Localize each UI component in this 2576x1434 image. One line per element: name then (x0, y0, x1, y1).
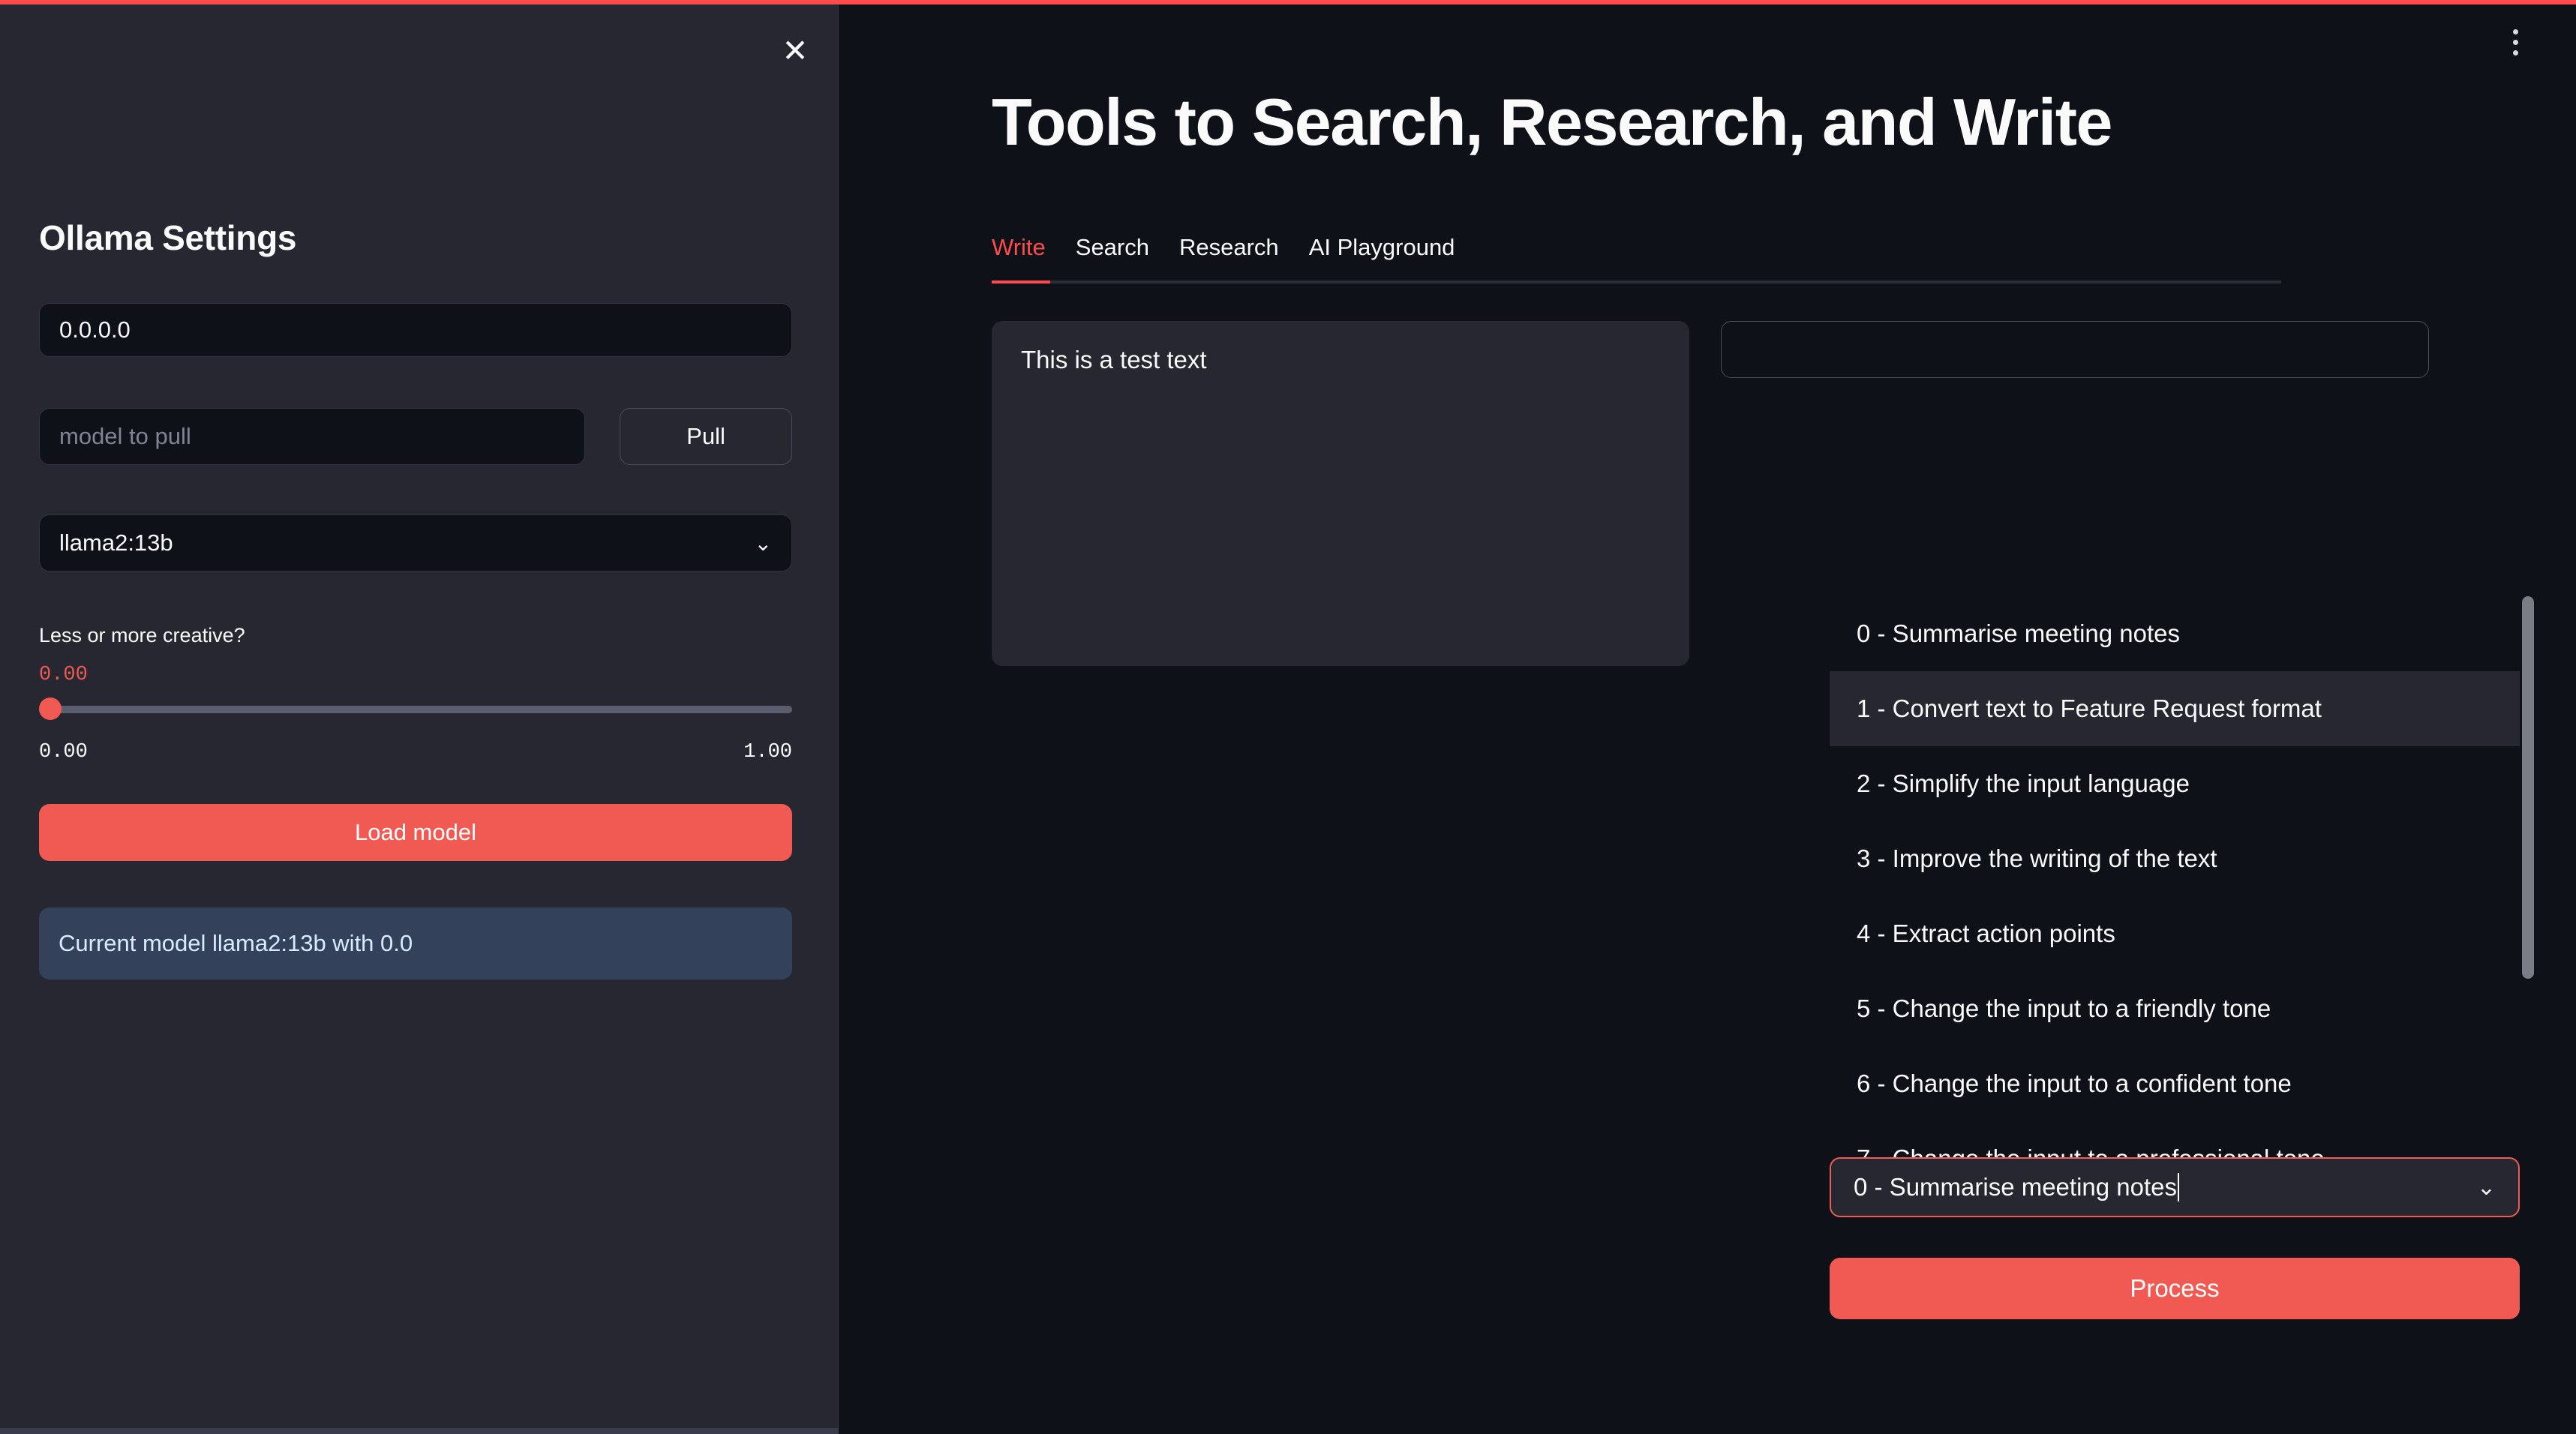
input-textarea-value: This is a test text (1021, 346, 1660, 374)
prompt-dropdown-list[interactable]: 0 - Summarise meeting notes 1 - Convert … (1830, 596, 2520, 1166)
tab-underline-track (992, 280, 2281, 284)
input-textarea[interactable]: This is a test text (992, 321, 1689, 666)
text-cursor (2178, 1173, 2179, 1202)
output-box (1721, 321, 2429, 378)
prompt-combobox-value: 0 - Summarise meeting notes (1854, 1173, 2177, 1202)
tab-active-indicator (992, 280, 1050, 284)
slider-max-label: 1.00 (743, 741, 792, 764)
sidebar-horizontal-scrollbar[interactable] (0, 1428, 839, 1434)
model-to-pull-input[interactable]: model to pull (39, 408, 585, 465)
tab-ai-playground[interactable]: AI Playground (1309, 234, 1455, 264)
creativity-slider[interactable] (39, 698, 792, 720)
dropdown-option[interactable]: 4 - Extract action points (1830, 896, 2520, 971)
slider-min-label: 0.00 (39, 741, 88, 764)
ollama-host-input[interactable]: 0.0.0.0 (39, 303, 792, 357)
dropdown-option[interactable]: 5 - Change the input to a friendly tone (1830, 971, 2520, 1046)
dropdown-option[interactable]: 1 - Convert text to Feature Request form… (1830, 671, 2520, 746)
kebab-dot-1 (2513, 29, 2518, 34)
ollama-settings-sidebar: ✕ Ollama Settings 0.0.0.0 model to pull … (0, 0, 839, 1434)
process-button[interactable]: Process (1830, 1258, 2520, 1319)
slider-thumb[interactable] (39, 698, 62, 720)
dropdown-scrollbar-thumb[interactable] (2522, 596, 2534, 979)
creativity-slider-label: Less or more creative? (39, 624, 245, 647)
more-vertical-icon[interactable] (2497, 21, 2533, 63)
load-model-button[interactable]: Load model (39, 804, 792, 861)
top-accent-bar (0, 0, 2576, 4)
page-title: Tools to Search, Research, and Write (992, 84, 2112, 160)
main-content: Tools to Search, Research, and Write Wri… (839, 0, 2576, 1434)
tab-research[interactable]: Research (1179, 234, 1279, 264)
pull-button[interactable]: Pull (620, 408, 792, 465)
model-select-value: llama2:13b (59, 530, 755, 556)
current-model-status: Current model llama2:13b with 0.0 (39, 908, 792, 980)
dropdown-option[interactable]: 2 - Simplify the input language (1830, 746, 2520, 821)
model-select[interactable]: llama2:13b ⌄ (39, 514, 792, 572)
slider-track (39, 706, 792, 713)
chevron-down-icon: ⌄ (755, 531, 772, 556)
tab-search[interactable]: Search (1076, 234, 1149, 264)
dropdown-option[interactable]: 6 - Change the input to a confident tone (1830, 1046, 2520, 1121)
prompt-combobox[interactable]: 0 - Summarise meeting notes ⌄ (1830, 1157, 2520, 1217)
dropdown-option[interactable]: 3 - Improve the writing of the text (1830, 821, 2520, 896)
creativity-slider-value: 0.00 (39, 664, 88, 686)
sidebar-title: Ollama Settings (39, 218, 296, 258)
dropdown-option[interactable]: 0 - Summarise meeting notes (1830, 596, 2520, 671)
kebab-dot-2 (2513, 40, 2518, 45)
kebab-dot-3 (2513, 50, 2518, 56)
chevron-down-icon: ⌄ (2477, 1174, 2496, 1201)
close-icon[interactable]: ✕ (771, 27, 819, 75)
tab-write[interactable]: Write (992, 234, 1046, 264)
tab-bar: Write Search Research AI Playground (992, 234, 1455, 264)
